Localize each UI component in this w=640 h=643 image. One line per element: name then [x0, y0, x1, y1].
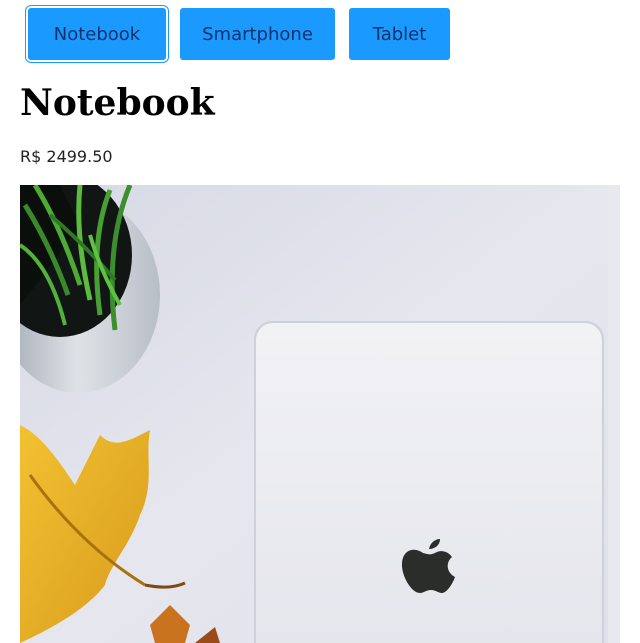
- product-tabs: Notebook Smartphone Tablet: [28, 8, 450, 60]
- product-image: [20, 185, 620, 643]
- tab-smartphone[interactable]: Smartphone: [180, 8, 335, 60]
- product-price: R$ 2499.50: [20, 147, 113, 166]
- product-title: Notebook: [20, 82, 215, 124]
- tab-tablet[interactable]: Tablet: [349, 8, 450, 60]
- laptop-illustration: [254, 321, 604, 643]
- tab-notebook[interactable]: Notebook: [28, 8, 166, 60]
